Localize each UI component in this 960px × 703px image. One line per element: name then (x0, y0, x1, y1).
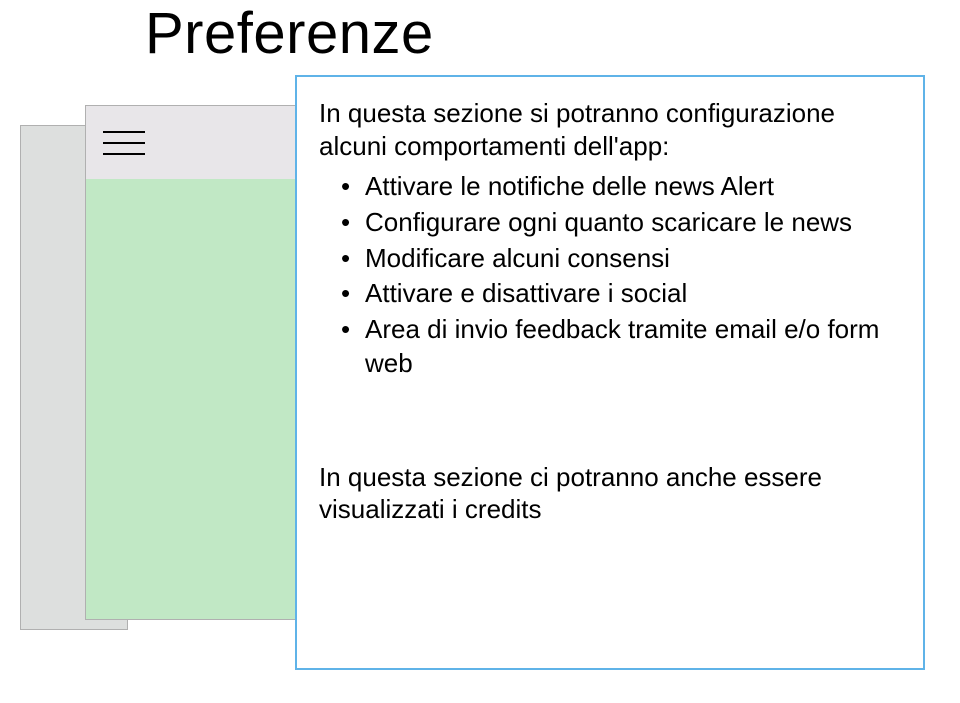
info-box: In questa sezione si potranno configuraz… (295, 75, 925, 670)
hamburger-line (103, 131, 145, 133)
footer-text: In questa sezione ci potranno anche esse… (319, 461, 901, 526)
list-item: Attivare le notifiche delle news Alert (319, 170, 901, 204)
hamburger-line (103, 153, 145, 155)
page-title: Preferenze (145, 0, 434, 67)
mockup-header (86, 106, 301, 179)
list-item: Attivare e disattivare i social (319, 277, 901, 311)
intro-text: In questa sezione si potranno configuraz… (319, 97, 901, 162)
mockup-front-panel (85, 105, 302, 620)
bullet-list: Attivare le notifiche delle news Alert C… (319, 170, 901, 381)
mockup-body (86, 179, 301, 619)
list-item: Modificare alcuni consensi (319, 242, 901, 276)
phone-mockup (20, 105, 320, 630)
menu-icon[interactable] (103, 131, 145, 155)
list-item: Configurare ogni quanto scaricare le new… (319, 206, 901, 240)
list-item: Area di invio feedback tramite email e/o… (319, 313, 901, 381)
hamburger-line (103, 142, 145, 144)
